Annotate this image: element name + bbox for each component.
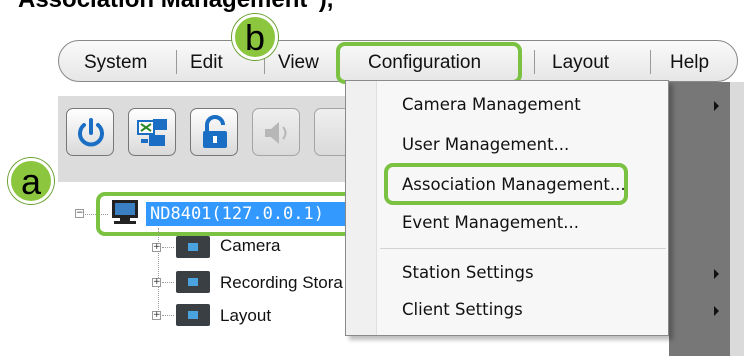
submenu-arrow-icon — [714, 306, 719, 316]
power-icon — [78, 118, 104, 147]
camera-folder-icon — [176, 236, 210, 258]
tree-item-layout[interactable]: Layout — [220, 306, 271, 326]
menu-item-event-management[interactable]: Event Management... — [402, 213, 579, 232]
toolbar-button-partial[interactable] — [314, 108, 348, 156]
menu-item-user-management[interactable]: User Management... — [402, 135, 569, 154]
callout-b: b — [232, 14, 278, 60]
tree-connector — [162, 315, 174, 316]
menu-separator — [650, 50, 651, 74]
instruction-caption: Association Management"), — [18, 0, 333, 14]
dropdown-icon-gutter — [346, 81, 377, 335]
tree-item-recording-storage[interactable]: Recording Stora — [220, 273, 345, 293]
tree-expand-toggle[interactable]: + — [152, 243, 161, 252]
menu-help[interactable]: Help — [670, 50, 709, 76]
layout-folder-icon — [176, 304, 210, 326]
tree-connector — [162, 282, 174, 283]
menu-separator — [380, 248, 666, 249]
menu-system[interactable]: System — [84, 50, 147, 76]
menu-edit[interactable]: Edit — [190, 50, 223, 76]
lock-button[interactable] — [190, 108, 238, 156]
submenu-arrow-icon — [714, 101, 719, 111]
scrollbar-track[interactable] — [730, 82, 744, 356]
tree-connector — [162, 247, 174, 248]
audio-button[interactable] — [252, 108, 300, 156]
configuration-dropdown — [345, 80, 669, 336]
speaker-icon — [265, 122, 287, 144]
menu-item-camera-management[interactable]: Camera Management — [402, 95, 581, 114]
menu-separator — [534, 50, 535, 74]
network-computer-icon — [137, 119, 167, 146]
menu-view[interactable]: View — [278, 50, 319, 76]
power-button[interactable] — [66, 108, 114, 156]
tree-item-camera[interactable]: Camera — [220, 236, 280, 256]
recording-storage-folder-icon — [176, 271, 210, 293]
menu-separator — [176, 50, 177, 74]
association-highlight — [384, 163, 628, 205]
menu-item-station-settings[interactable]: Station Settings — [402, 263, 534, 282]
menu-layout[interactable]: Layout — [552, 50, 609, 76]
configuration-highlight — [336, 42, 522, 84]
tree-expand-toggle[interactable]: + — [152, 311, 161, 320]
submenu-arrow-icon — [714, 269, 719, 279]
network-button[interactable] — [128, 108, 176, 156]
menu-item-client-settings[interactable]: Client Settings — [402, 300, 523, 319]
tree-expand-toggle[interactable]: + — [152, 278, 161, 287]
callout-a: a — [8, 158, 54, 204]
tree-collapse-toggle[interactable]: − — [75, 209, 84, 218]
lock-icon — [203, 115, 227, 148]
server-highlight — [96, 192, 364, 236]
